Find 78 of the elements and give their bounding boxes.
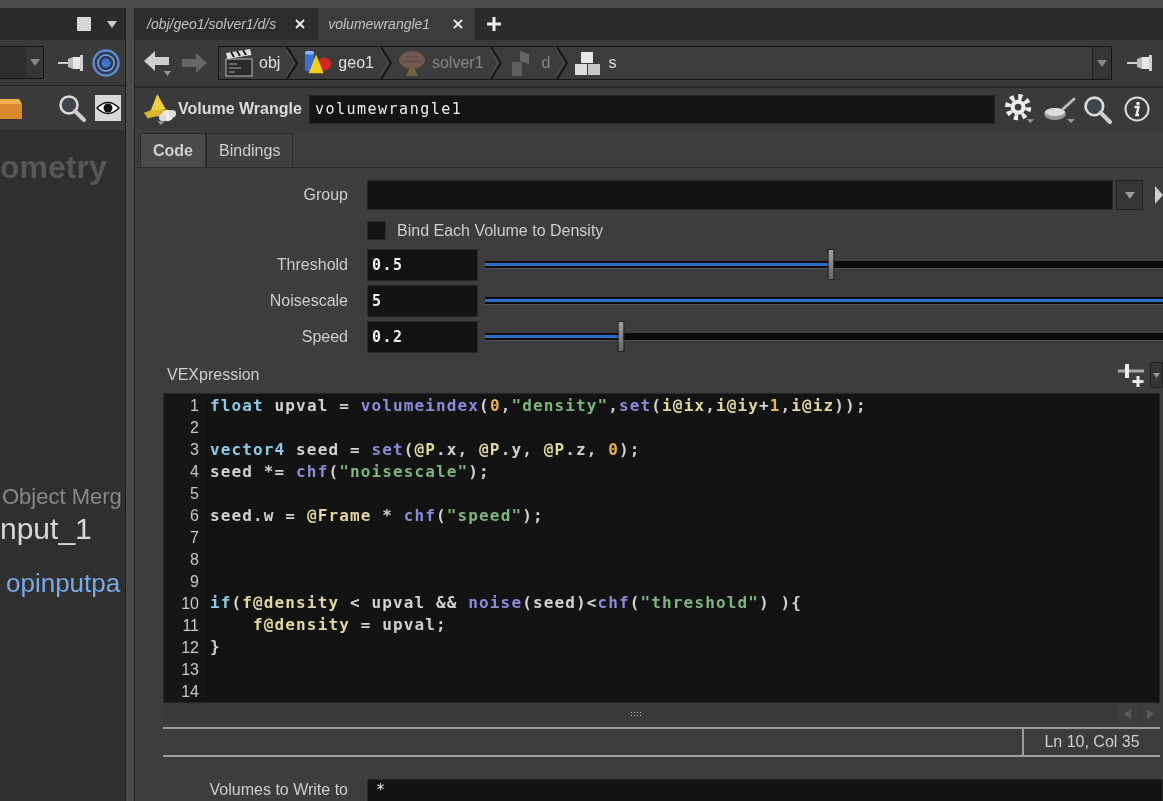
line-number: 14 bbox=[181, 682, 199, 702]
value-field[interactable]: 0.2 bbox=[367, 321, 478, 353]
dropdown-button[interactable] bbox=[1116, 180, 1143, 210]
parameter-label: Group bbox=[303, 186, 348, 204]
parameter-label: Speed bbox=[301, 328, 348, 346]
node-type-label: Volume Wrangle bbox=[178, 100, 302, 118]
input-field[interactable]: * bbox=[367, 779, 1163, 801]
grip-icon[interactable] bbox=[630, 711, 642, 717]
slider-handle[interactable] bbox=[827, 249, 835, 280]
code-line: seed *= chf("noisescale"); bbox=[210, 460, 490, 483]
search-icon[interactable] bbox=[58, 94, 86, 122]
parameter-tab[interactable]: Bindings bbox=[206, 133, 294, 167]
code-line: vector4 seed = set(@P.x, @P.y, @P.z, 0); bbox=[210, 438, 641, 461]
dropdown-field[interactable] bbox=[0, 46, 44, 79]
caret-icon bbox=[1124, 191, 1135, 199]
code-line: } bbox=[210, 636, 221, 659]
value-field[interactable]: 0.5 bbox=[367, 249, 478, 281]
line-number: 1 bbox=[190, 396, 199, 416]
path-item[interactable]: geo1 bbox=[298, 47, 380, 79]
slider-plus-icon[interactable] bbox=[1117, 362, 1145, 388]
line-number: 7 bbox=[190, 528, 199, 548]
slider-track[interactable] bbox=[485, 297, 1163, 305]
parameter-label: Volumes to Write to bbox=[209, 780, 348, 800]
parameter-label: Threshold bbox=[276, 256, 348, 274]
path-item[interactable]: s bbox=[568, 47, 623, 79]
brain-icon bbox=[397, 49, 426, 77]
close-icon[interactable] bbox=[453, 19, 464, 29]
code-editor[interactable] bbox=[163, 393, 1160, 703]
gear-icon[interactable] bbox=[1005, 94, 1035, 124]
eye-icon[interactable] bbox=[95, 95, 121, 121]
box-icon[interactable] bbox=[0, 96, 22, 120]
line-number: 11 bbox=[182, 616, 199, 636]
line-number: 10 bbox=[181, 594, 199, 614]
line-number: 8 bbox=[190, 550, 199, 570]
code-line: seed.w = @Frame * chf("speed"); bbox=[210, 504, 544, 527]
group-field[interactable] bbox=[367, 180, 1113, 210]
cursor-position-text: Ln 10, Col 35 bbox=[1044, 733, 1140, 751]
pane-tab[interactable]: volumewrangle1 bbox=[318, 8, 477, 40]
checkbox-label: Bind Each Volume to Density bbox=[397, 221, 604, 240]
node-type-label: Object Merg bbox=[2, 483, 122, 511]
line-number: 4 bbox=[190, 462, 199, 482]
info-icon[interactable] bbox=[1124, 96, 1150, 122]
caret-icon bbox=[1097, 59, 1107, 67]
code-line: float upval = volumeindex(0,"density",set(i@ix,i@iy+1,i@iz)); bbox=[210, 395, 867, 417]
node-name-label[interactable]: nput_1 bbox=[0, 511, 92, 547]
back-arrow-icon[interactable] bbox=[143, 49, 173, 77]
line-number: 2 bbox=[190, 418, 199, 438]
caret-icon[interactable] bbox=[107, 20, 117, 28]
line-number: 5 bbox=[190, 484, 199, 504]
cubes-icon bbox=[574, 49, 603, 77]
parameter-label: VEXpression bbox=[167, 366, 260, 384]
code-line: f@density = upval; bbox=[252, 614, 447, 637]
code-line: if(f@density < upval && noise(seed)<chf("threshold") ){ bbox=[210, 592, 803, 615]
checkbox[interactable] bbox=[367, 221, 386, 240]
caret-icon bbox=[29, 59, 40, 66]
line-number: 13 bbox=[181, 660, 199, 680]
path-item[interactable]: obj bbox=[219, 47, 287, 79]
target-icon[interactable] bbox=[92, 48, 120, 77]
line-number: 3 bbox=[190, 440, 199, 460]
search-icon[interactable] bbox=[1083, 94, 1112, 124]
parameter-label: Noisescale bbox=[269, 292, 348, 310]
add-icon[interactable] bbox=[486, 16, 503, 32]
play-icon[interactable] bbox=[1155, 186, 1163, 204]
dropdown-button[interactable] bbox=[1150, 362, 1163, 388]
parameter-tab[interactable]: Code bbox=[140, 133, 206, 167]
caret-icon bbox=[1153, 372, 1160, 378]
line-number: 6 bbox=[190, 506, 199, 526]
parameter-link[interactable]: opinputpa bbox=[6, 567, 121, 599]
wizard-hat-icon[interactable] bbox=[143, 92, 177, 126]
clapperboard-icon bbox=[225, 49, 253, 77]
close-icon[interactable] bbox=[295, 19, 306, 29]
line-number: 12 bbox=[181, 638, 199, 658]
name-field[interactable]: volumewrangle1 bbox=[308, 94, 995, 124]
dropdown-button[interactable] bbox=[1092, 47, 1111, 79]
value-field[interactable]: 5 bbox=[367, 285, 478, 317]
line-number: 9 bbox=[190, 572, 199, 592]
slider-handle[interactable] bbox=[617, 321, 625, 352]
pin-icon[interactable] bbox=[1127, 52, 1155, 74]
